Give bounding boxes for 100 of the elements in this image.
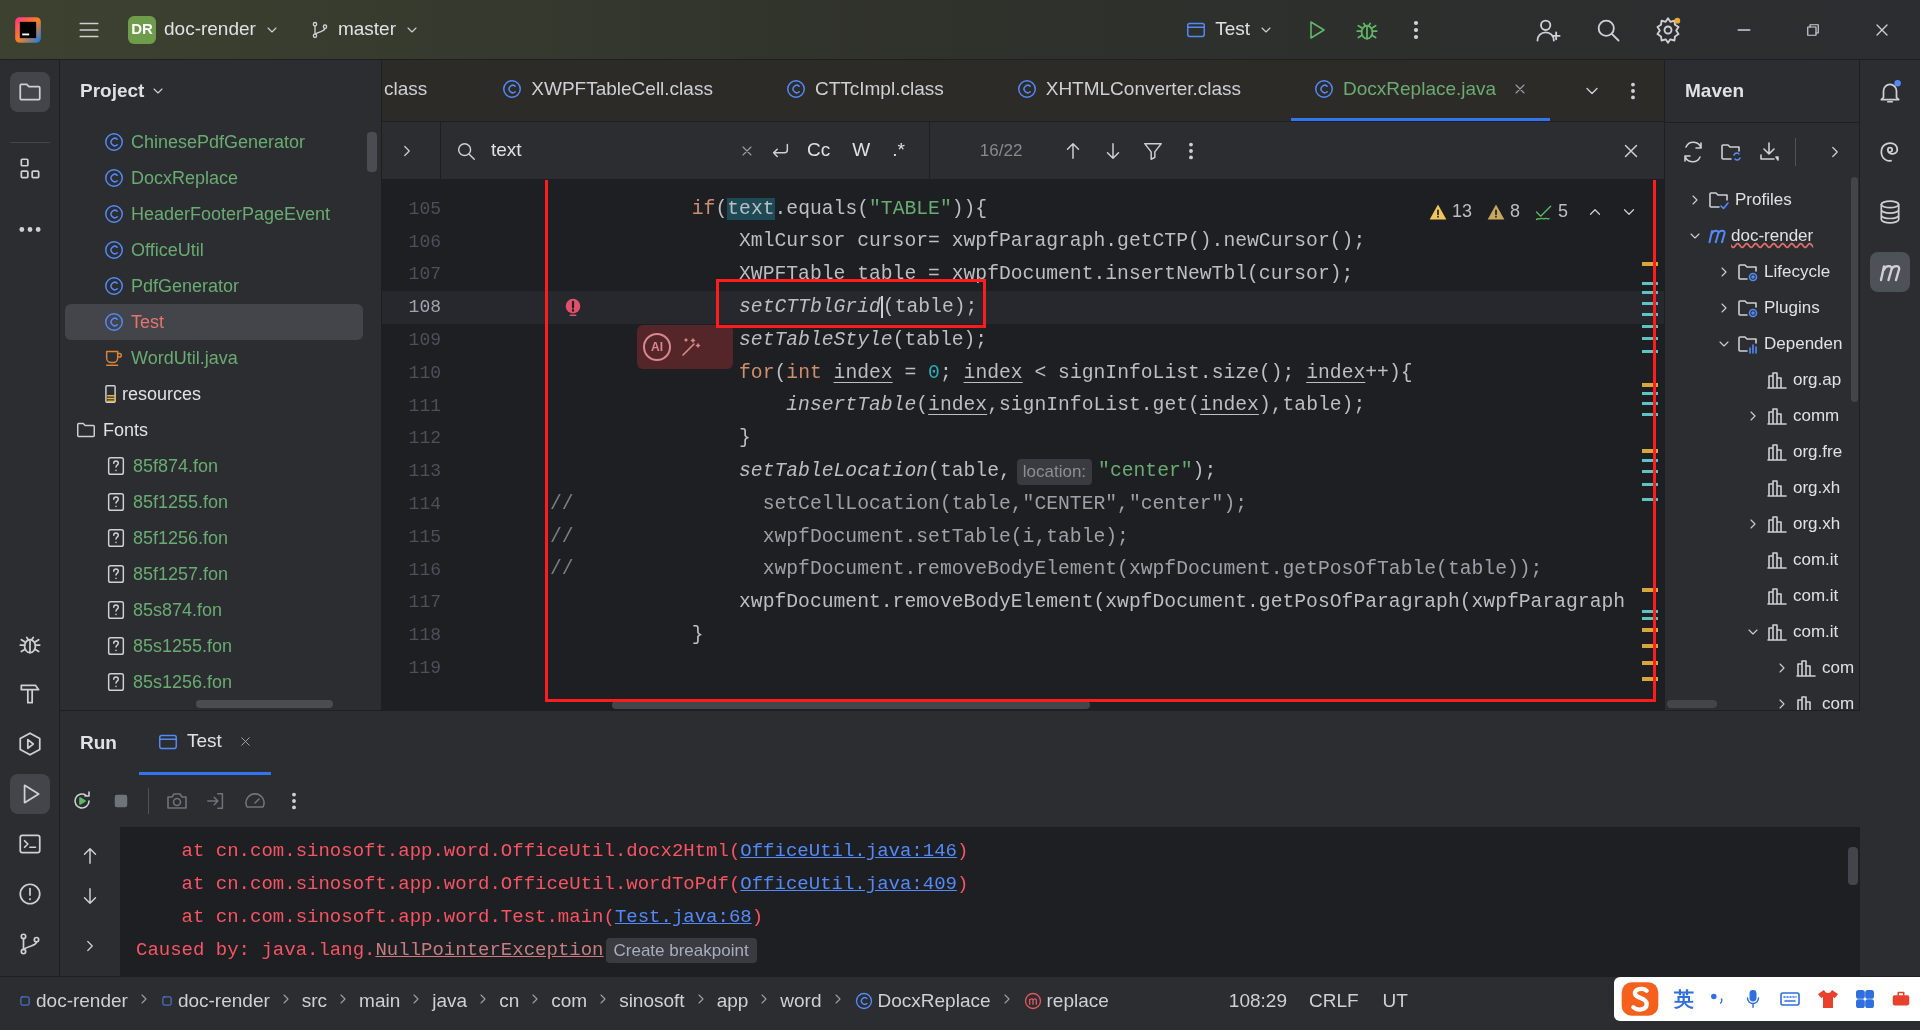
search-option-toggle[interactable]: Cc <box>801 133 837 168</box>
reload-icon[interactable] <box>1681 139 1705 164</box>
code-text: xwpfDocument.removeBodyElement(xwpfDocument.getPosOfParagraph(xwpfParagraph <box>739 590 1626 616</box>
tree-item[interactable]: Plugins <box>1665 290 1859 326</box>
inspection-counter[interactable]: 13 <box>1427 198 1472 225</box>
tree-item[interactable]: ChinesePdfGenerator <box>65 124 363 160</box>
tree-item[interactable]: Dependen <box>1665 326 1859 362</box>
tree-item[interactable]: doc-render <box>1665 218 1859 254</box>
code-text: setCTTblGrid(table); <box>739 295 978 321</box>
tree-item[interactable]: 85s1255.fon <box>65 628 363 664</box>
breadcrumb[interactable]: doc-render <box>18 987 128 1016</box>
ime-logo-icon[interactable] <box>1620 979 1660 1019</box>
scrollbar-thumb[interactable] <box>367 132 377 172</box>
grid-icon[interactable] <box>1854 988 1876 1010</box>
tree-item[interactable]: 85f1257.fon <box>65 556 363 592</box>
tree-item[interactable]: comm <box>1665 398 1859 434</box>
search-option-toggle[interactable]: W <box>846 133 877 168</box>
line-separator[interactable]: CRLF <box>1308 987 1359 1016</box>
breakpoint-hint[interactable]: Create breakpoint <box>605 937 757 964</box>
input-language-toggle[interactable]: 英 <box>1674 984 1694 1014</box>
project-view-selector[interactable]: Project <box>80 76 167 106</box>
download-icon[interactable] <box>1757 139 1781 164</box>
tree-item[interactable]: OfficeUtil <box>65 232 363 268</box>
editor-tab[interactable]: class <box>382 60 480 121</box>
panel-title: Maven <box>1685 78 1745 103</box>
breadcrumb[interactable]: src <box>301 987 328 1016</box>
scrollbar-thumb[interactable] <box>612 701 1090 709</box>
file-link[interactable]: OfficeUtil.java:146 <box>740 840 957 863</box>
tree-item[interactable]: Fonts <box>65 412 363 448</box>
breadcrumb[interactable]: replace <box>1022 987 1109 1016</box>
tree-item[interactable]: resources <box>65 376 363 412</box>
tree-item[interactable]: 85f1256.fon <box>65 520 363 556</box>
exception-link[interactable]: NullPointerException <box>375 939 604 962</box>
tree-item[interactable]: Profiles <box>1665 182 1859 218</box>
scrollbar-thumb[interactable] <box>196 700 333 708</box>
maven-tool-button[interactable] <box>1870 252 1910 292</box>
breadcrumb[interactable]: java <box>432 987 468 1016</box>
breadcrumb[interactable]: main <box>359 987 401 1016</box>
scrollbar-thumb[interactable] <box>1848 847 1858 885</box>
tree-item[interactable]: 85s1256.fon <box>65 664 363 700</box>
wand-icon[interactable] <box>679 335 703 359</box>
breadcrumb[interactable]: doc-render <box>159 987 270 1016</box>
terminal-icon <box>16 831 43 857</box>
tree-item[interactable]: com.it <box>1665 542 1859 578</box>
inspection-counter[interactable]: 5 <box>1534 198 1568 225</box>
tree-item[interactable]: com.it <box>1665 578 1859 614</box>
scrollbar-thumb[interactable] <box>1667 700 1717 708</box>
unknown-file-icon <box>105 455 127 477</box>
file-link[interactable]: OfficeUtil.java:409 <box>740 873 957 896</box>
code-text: insertTable(index,signInfoList.get(index),table); <box>786 393 1366 419</box>
editor-tab[interactable]: XHTMLConverter.class <box>993 60 1264 121</box>
code-text: xwpfDocument.setTable(i,table); <box>762 524 1129 550</box>
tree-item[interactable]: org.xh <box>1665 506 1859 542</box>
tree-item[interactable]: Lifecycle <box>1665 254 1859 290</box>
breadcrumb[interactable]: sinosoft <box>619 987 685 1016</box>
search-option-toggle[interactable]: .* <box>886 133 911 168</box>
tree-item[interactable]: 85f874.fon <box>65 448 363 484</box>
app-logo[interactable] <box>14 15 42 44</box>
tree-item[interactable]: org.ap <box>1665 362 1859 398</box>
editor-tab[interactable]: CTTcImpl.class <box>762 60 966 121</box>
code-text: XmlCursor cursor= xwpfParagraph.getCTP().newCursor(); <box>739 229 1366 255</box>
tree-item[interactable]: org.fre <box>1665 434 1859 470</box>
tree-item[interactable]: PdfGenerator <box>65 268 363 304</box>
breadcrumb[interactable]: word <box>780 987 822 1016</box>
shirt-icon[interactable] <box>1816 987 1840 1011</box>
project-switcher[interactable]: DR doc-render <box>124 9 284 50</box>
code-text: setCellLocation(table,"CENTER","center"); <box>762 491 1248 517</box>
tree-item[interactable]: com <box>1665 650 1859 686</box>
tree-item[interactable]: com <box>1665 686 1859 710</box>
tree-item[interactable]: 85f1255.fon <box>65 484 363 520</box>
tree-item[interactable]: 85s874.fon <box>65 592 363 628</box>
code-text: "center"); <box>1098 459 1217 484</box>
file-encoding[interactable]: UT <box>1382 987 1408 1016</box>
caret-position[interactable]: 108:29 <box>1228 987 1287 1016</box>
unknown-file-icon <box>105 563 127 585</box>
inspection-counter[interactable]: 8 <box>1485 198 1520 225</box>
problems-icon <box>16 881 43 907</box>
panel-title: Run <box>80 730 117 755</box>
settings-icon[interactable] <box>1654 15 1682 44</box>
tree-item[interactable]: com.it <box>1665 614 1859 650</box>
tree-item[interactable]: org.xh <box>1665 470 1859 506</box>
run-configuration-selector[interactable]: Test <box>1181 9 1278 50</box>
ai-button[interactable]: AI <box>643 333 671 361</box>
branch-selector[interactable]: master <box>305 9 424 50</box>
tree-item[interactable]: WordUtil.java <box>65 340 363 376</box>
code-text: // <box>550 491 574 517</box>
tree-item[interactable]: DocxReplace <box>65 160 363 196</box>
editor-tab[interactable]: XWPFTableCell.class <box>479 60 735 121</box>
breadcrumb[interactable]: DocxReplace <box>853 987 991 1016</box>
database-icon <box>1877 199 1903 225</box>
breadcrumb[interactable]: com <box>551 987 588 1016</box>
project-tool-button[interactable] <box>9 72 50 112</box>
search-field[interactable]: text <box>455 128 755 173</box>
tree-item[interactable]: HeaderFooterPageEvent <box>65 196 363 232</box>
breadcrumb[interactable]: cn <box>499 987 520 1016</box>
breadcrumb[interactable]: app <box>716 987 749 1016</box>
code-text: for(int index = 0; index < signInfoList.size(); index++){ <box>739 360 1413 386</box>
run-tool-button[interactable] <box>9 774 50 814</box>
scrollbar-thumb[interactable] <box>1851 177 1858 402</box>
file-link[interactable]: Test.java:68 <box>614 906 752 929</box>
